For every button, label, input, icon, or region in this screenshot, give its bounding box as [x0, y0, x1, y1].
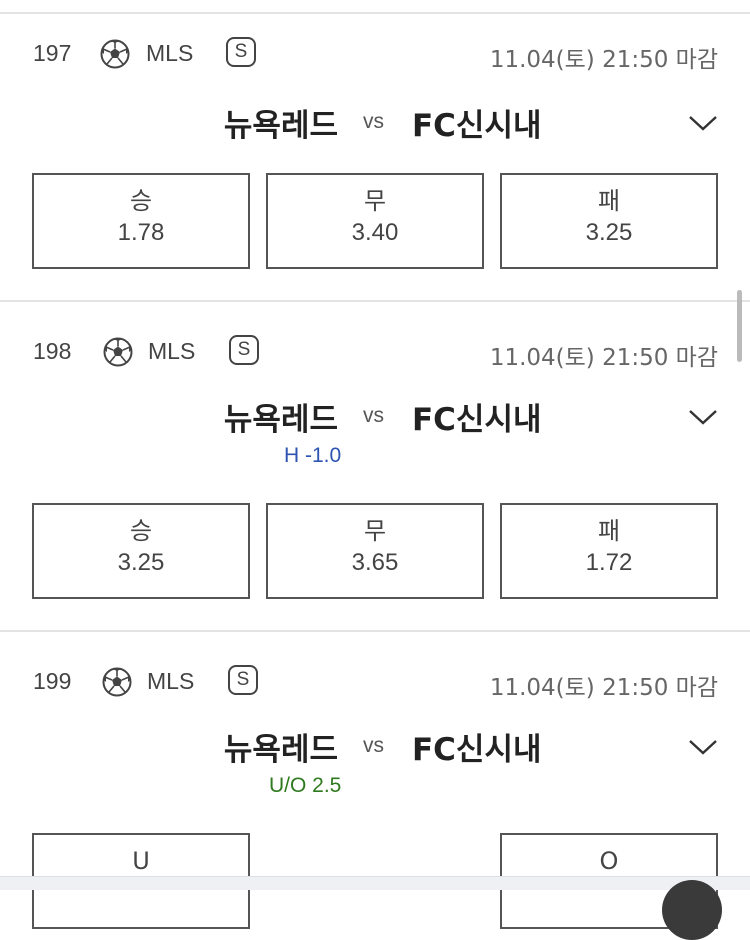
odds-button-draw[interactable]: 무 3.40 — [266, 173, 484, 269]
match-number: 197 — [33, 40, 72, 66]
scrollbar-thumb[interactable] — [737, 290, 742, 362]
teams-row: 뉴욕레드 vs FC신시내 — [0, 724, 750, 774]
odds-button-lose[interactable]: 패 3.25 — [500, 173, 718, 269]
league-name: MLS — [147, 668, 195, 694]
odds-value: 1.72 — [585, 549, 633, 576]
chevron-down-icon[interactable] — [688, 738, 718, 756]
chevron-down-icon[interactable] — [688, 114, 718, 132]
odds-button-draw[interactable]: 무 3.65 — [266, 503, 484, 599]
home-team: 뉴욕레드 — [223, 732, 338, 768]
odds-value: 3.40 — [351, 219, 399, 246]
odds-value: 1.78 — [117, 219, 165, 246]
teams-row: 뉴욕레드 vs FC신시내 — [0, 100, 750, 150]
match-divider — [0, 300, 750, 302]
match-card-198: 198 MLS S 11.04(토) 21:50 마감 뉴욕레드 vs FC신시… — [0, 332, 750, 630]
deadline-text: 11.04(토) 21:50 마감 — [489, 345, 718, 371]
teams-row: 뉴욕레드 vs FC신시내 — [0, 394, 750, 444]
match-header: 199 MLS S 11.04(토) 21:50 마감 — [0, 662, 750, 702]
odds-label: O — [599, 847, 619, 875]
odds-value: 3.65 — [351, 549, 399, 576]
handicap-label: U/O 2.5 — [269, 774, 342, 797]
odds-label: 패 — [597, 187, 621, 215]
match-divider — [0, 630, 750, 632]
home-team: 뉴욕레드 — [223, 108, 338, 144]
home-team: 뉴욕레드 — [223, 402, 338, 438]
special-badge: S — [229, 335, 259, 365]
deadline-text: 11.04(토) 21:50 마감 — [489, 675, 718, 701]
special-badge: S — [228, 665, 258, 695]
soccer-ball-icon — [103, 337, 133, 367]
handicap-label: H -1.0 — [284, 444, 342, 467]
odds-label: U — [132, 847, 150, 875]
match-card-197: 197 MLS S 11.04(토) 21:50 마감 뉴욕레드 vs FC신시… — [0, 34, 750, 302]
odds-button-win[interactable]: 승 1.78 — [32, 173, 250, 269]
bottom-bar — [0, 876, 750, 890]
match-card-199: 199 MLS S 11.04(토) 21:50 마감 뉴욕레드 vs FC신시… — [0, 662, 750, 929]
chevron-down-icon[interactable] — [688, 408, 718, 426]
soccer-ball-icon — [102, 667, 132, 697]
odds-button-win[interactable]: 승 3.25 — [32, 503, 250, 599]
deadline-text: 11.04(토) 21:50 마감 — [489, 47, 718, 73]
odds-label: 무 — [363, 517, 387, 545]
odds-label: 무 — [363, 187, 387, 215]
away-team: FC신시내 — [412, 108, 542, 144]
vs-label: vs — [363, 734, 384, 757]
match-header: 197 MLS S 11.04(토) 21:50 마감 — [0, 34, 750, 74]
odds-label: 승 — [129, 517, 153, 545]
match-number: 198 — [33, 338, 72, 364]
odds-label: 패 — [597, 517, 621, 545]
list-top-divider — [0, 0, 750, 14]
floating-action-button[interactable] — [662, 880, 722, 940]
vs-label: vs — [363, 110, 384, 133]
away-team: FC신시내 — [412, 732, 542, 768]
league-name: MLS — [148, 338, 196, 364]
league-name: MLS — [146, 40, 194, 66]
match-number: 199 — [33, 668, 72, 694]
odds-value: 3.25 — [117, 549, 165, 576]
vs-label: vs — [363, 404, 384, 427]
odds-label: 승 — [129, 187, 153, 215]
special-badge: S — [226, 37, 256, 67]
odds-button-lose[interactable]: 패 1.72 — [500, 503, 718, 599]
away-team: FC신시내 — [412, 402, 542, 438]
odds-value: 3.25 — [585, 219, 633, 246]
match-header: 198 MLS S 11.04(토) 21:50 마감 — [0, 332, 750, 372]
soccer-ball-icon — [100, 39, 130, 69]
